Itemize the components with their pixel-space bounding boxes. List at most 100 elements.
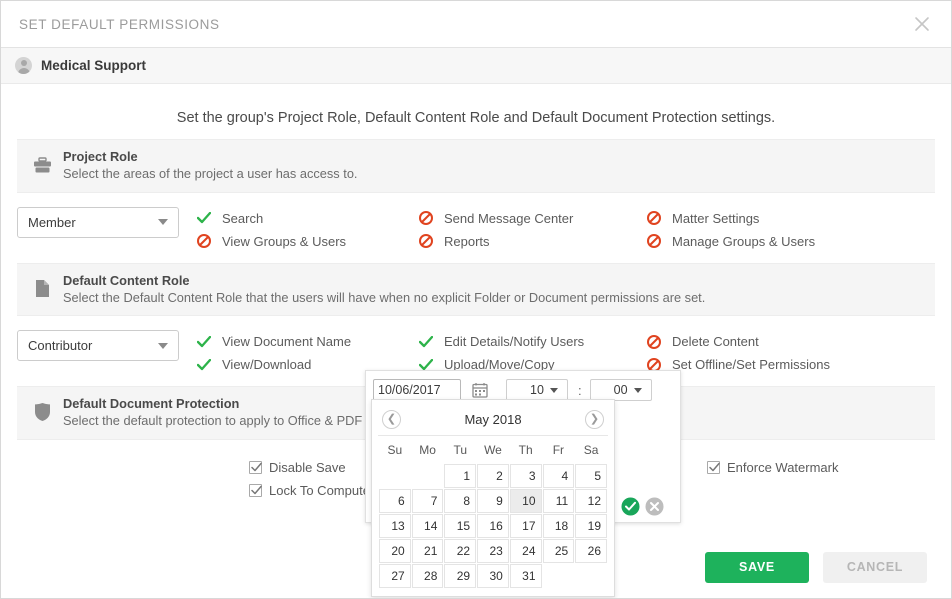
calendar-day-empty [379,464,411,488]
dialog-description: Set the group's Project Role, Default Co… [1,84,951,139]
x-circle-icon[interactable] [645,497,664,516]
section-title: Default Content Role [63,272,705,289]
calendar-day[interactable]: 3 [510,464,542,488]
calendar-weekday: Th [510,437,542,463]
chevron-down-icon [634,388,642,393]
calendar-day[interactable]: 13 [379,514,411,538]
permission-label: Matter Settings [672,211,759,226]
permission-item: Delete Content [647,330,877,353]
checkbox-icon [707,461,720,474]
permission-label: View/Download [222,357,311,372]
calendar-day-empty [412,464,444,488]
permission-label: Edit Details/Notify Users [444,334,584,349]
subject-name: Medical Support [41,58,146,73]
chevron-left-icon[interactable]: ❮ [382,410,401,429]
no-entry-icon [419,234,438,248]
calendar-day[interactable]: 9 [477,489,509,513]
calendar-month-title: May 2018 [464,412,521,427]
section-subtitle: Select the areas of the project a user h… [63,165,358,182]
permission-column: Matter Settings Manage Groups & Users [647,207,877,253]
calendar-week-row: 6789101112 [379,489,607,513]
permission-item: Edit Details/Notify Users [419,330,647,353]
calendar-day[interactable]: 28 [412,564,444,588]
set-default-permissions-dialog: SET DEFAULT PERMISSIONS Medical Support … [0,0,952,599]
chevron-down-icon [158,343,168,349]
check-icon [197,336,216,348]
permission-item: Reports [419,230,647,253]
close-icon[interactable] [907,9,937,39]
calendar-week-row: 13141516171819 [379,514,607,538]
calendar-day[interactable]: 26 [575,539,607,563]
checkbox-label: Enforce Watermark [727,460,839,475]
chevron-right-icon[interactable]: ❯ [585,410,604,429]
calendar-day[interactable]: 31 [510,564,542,588]
check-circle-icon[interactable] [621,497,640,516]
date-input[interactable] [373,379,461,401]
calendar-day[interactable]: 18 [543,514,575,538]
calendar-day[interactable]: 6 [379,489,411,513]
calendar-day[interactable]: 20 [379,539,411,563]
calendar-weekday: We [477,437,509,463]
checkbox-enforce-watermark[interactable]: Enforce Watermark [707,456,935,479]
calendar-day[interactable]: 7 [412,489,444,513]
calendar-day[interactable]: 19 [575,514,607,538]
datetime-action-row [616,497,664,516]
calendar-day[interactable]: 29 [444,564,476,588]
calendar-day[interactable]: 8 [444,489,476,513]
document-icon [29,279,55,298]
save-button[interactable]: SAVE [705,552,809,583]
no-entry-icon [419,211,438,225]
calendar-day[interactable]: 10 [510,489,542,513]
datetime-input-row: 10 : 00 [366,371,680,401]
calendar-day[interactable]: 14 [412,514,444,538]
permission-item: Search [197,207,419,230]
calendar-day[interactable]: 22 [444,539,476,563]
calendar-day[interactable]: 1 [444,464,476,488]
calendar-weekday: Mo [412,437,444,463]
calendar-day[interactable]: 23 [477,539,509,563]
calendar-day[interactable]: 15 [444,514,476,538]
calendar-day[interactable]: 5 [575,464,607,488]
project-role-body: Member Search View [17,193,935,263]
dialog-titlebar: SET DEFAULT PERMISSIONS [1,1,951,48]
section-subtitle: Select the Default Content Role that the… [63,289,705,306]
calendar-week-row: 2728293031 [379,564,607,588]
check-icon [197,359,216,371]
calendar-day[interactable]: 25 [543,539,575,563]
project-role-select[interactable]: Member [17,207,179,238]
calendar-day[interactable]: 17 [510,514,542,538]
calendar-day[interactable]: 4 [543,464,575,488]
calendar-week-row: 12345 [379,464,607,488]
hour-value: 10 [530,383,544,397]
calendar-day[interactable]: 2 [477,464,509,488]
default-content-role-select[interactable]: Contributor [17,330,179,361]
no-entry-icon [197,234,216,248]
calendar-day[interactable]: 11 [543,489,575,513]
calendar-header: ❮ May 2018 ❯ [378,404,608,436]
calendar-day[interactable]: 12 [575,489,607,513]
hour-select[interactable]: 10 [506,379,568,401]
cancel-button[interactable]: CANCEL [823,552,927,583]
calendar-day[interactable]: 21 [412,539,444,563]
permission-item: View Groups & Users [197,230,419,253]
chevron-down-icon [158,219,168,225]
calendar-day[interactable]: 27 [379,564,411,588]
chevron-down-icon [550,388,558,393]
permission-label: Search [222,211,263,226]
calendar-weekday: Fr [543,437,575,463]
calendar-day[interactable]: 30 [477,564,509,588]
minute-select[interactable]: 00 [590,379,652,401]
briefcase-icon [29,157,55,174]
calendar-week-row: 20212223242526 [379,539,607,563]
checkbox-label: Disable Save [269,460,346,475]
calendar-icon[interactable] [472,382,488,398]
calendar-dropdown: ❮ May 2018 ❯ Su Mo Tu We Th Fr Sa 123456… [371,399,615,597]
check-icon [197,212,216,224]
calendar-day[interactable]: 16 [477,514,509,538]
user-avatar-icon [15,57,32,74]
permission-item: Manage Groups & Users [647,230,877,253]
dialog-title: SET DEFAULT PERMISSIONS [19,17,220,32]
permission-item: Matter Settings [647,207,877,230]
permission-label: Set Offline/Set Permissions [672,357,830,372]
calendar-day[interactable]: 24 [510,539,542,563]
